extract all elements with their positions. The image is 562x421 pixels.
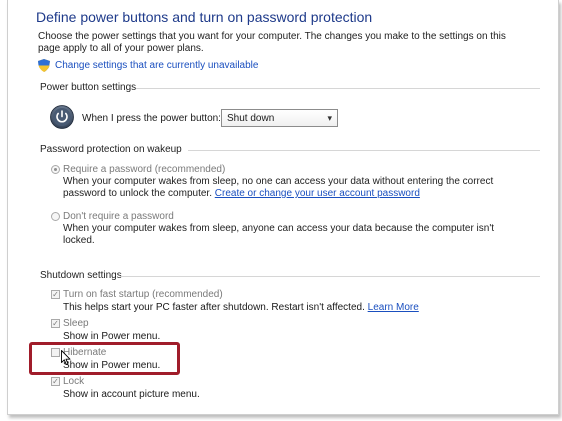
learn-more-link[interactable]: Learn More	[368, 302, 419, 313]
page-description-line-1: Choose the power settings that you want …	[38, 31, 506, 42]
sleep-label: Sleep	[63, 318, 89, 329]
require-password-radio[interactable]	[51, 165, 60, 174]
uac-shield-icon	[38, 59, 50, 72]
lock-description: Show in account picture menu.	[63, 389, 200, 400]
power-button-action-value: Shut down	[227, 113, 275, 124]
power-button-label: When I press the power button:	[82, 113, 221, 124]
sleep-description: Show in Power menu.	[63, 331, 161, 342]
no-password-radio[interactable]	[51, 212, 60, 221]
change-settings-link[interactable]: Change settings that are currently unava…	[55, 60, 258, 71]
power-button-section-title: Power button settings	[40, 82, 137, 93]
fast-startup-checkbox[interactable]: ✓	[51, 290, 60, 299]
power-button-section-header: Power button settings	[40, 82, 540, 93]
require-password-desc-line-1: When your computer wakes from sleep, no …	[63, 176, 494, 187]
require-password-desc-prefix: password to unlock the computer.	[63, 188, 212, 199]
no-password-desc-line-2: locked.	[63, 235, 95, 246]
page-description: Choose the power settings that you want …	[38, 31, 506, 55]
power-button-icon	[50, 105, 74, 129]
chevron-down-icon: ▾	[327, 113, 332, 123]
fast-startup-description: This helps start your PC faster after sh…	[63, 302, 419, 313]
password-section-header: Password protection on wakeup	[40, 144, 540, 155]
create-password-link[interactable]: Create or change your user account passw…	[215, 188, 420, 199]
require-password-desc-line-2: password to unlock the computer. Create …	[63, 188, 493, 200]
no-password-desc-line-1: When your computer wakes from sleep, any…	[63, 223, 495, 234]
power-button-action-select[interactable]: Shut down ▾	[221, 109, 338, 127]
shutdown-section-title: Shutdown settings	[40, 270, 122, 281]
section-divider	[120, 276, 540, 277]
section-divider	[136, 88, 540, 89]
require-password-description: When your computer wakes from sleep, no …	[63, 176, 493, 200]
hibernate-highlight-box	[29, 342, 180, 375]
page-title: Define power buttons and turn on passwor…	[36, 9, 373, 25]
lock-label: Lock	[63, 376, 85, 387]
password-section-title: Password protection on wakeup	[40, 144, 182, 155]
shutdown-section-header: Shutdown settings	[40, 270, 540, 281]
fast-startup-desc-text: This helps start your PC faster after sh…	[63, 302, 365, 313]
no-password-description: When your computer wakes from sleep, any…	[63, 223, 494, 247]
fast-startup-label: Turn on fast startup (recommended)	[63, 289, 223, 300]
mouse-pointer-icon	[61, 350, 71, 365]
sleep-checkbox[interactable]: ✓	[51, 319, 60, 328]
require-password-label: Require a password (recommended)	[63, 164, 226, 175]
lock-checkbox[interactable]: ✓	[51, 377, 60, 386]
no-password-label: Don't require a password	[63, 211, 174, 222]
page-description-line-2: page apply to all of your power plans.	[38, 43, 204, 54]
section-divider	[188, 150, 540, 151]
